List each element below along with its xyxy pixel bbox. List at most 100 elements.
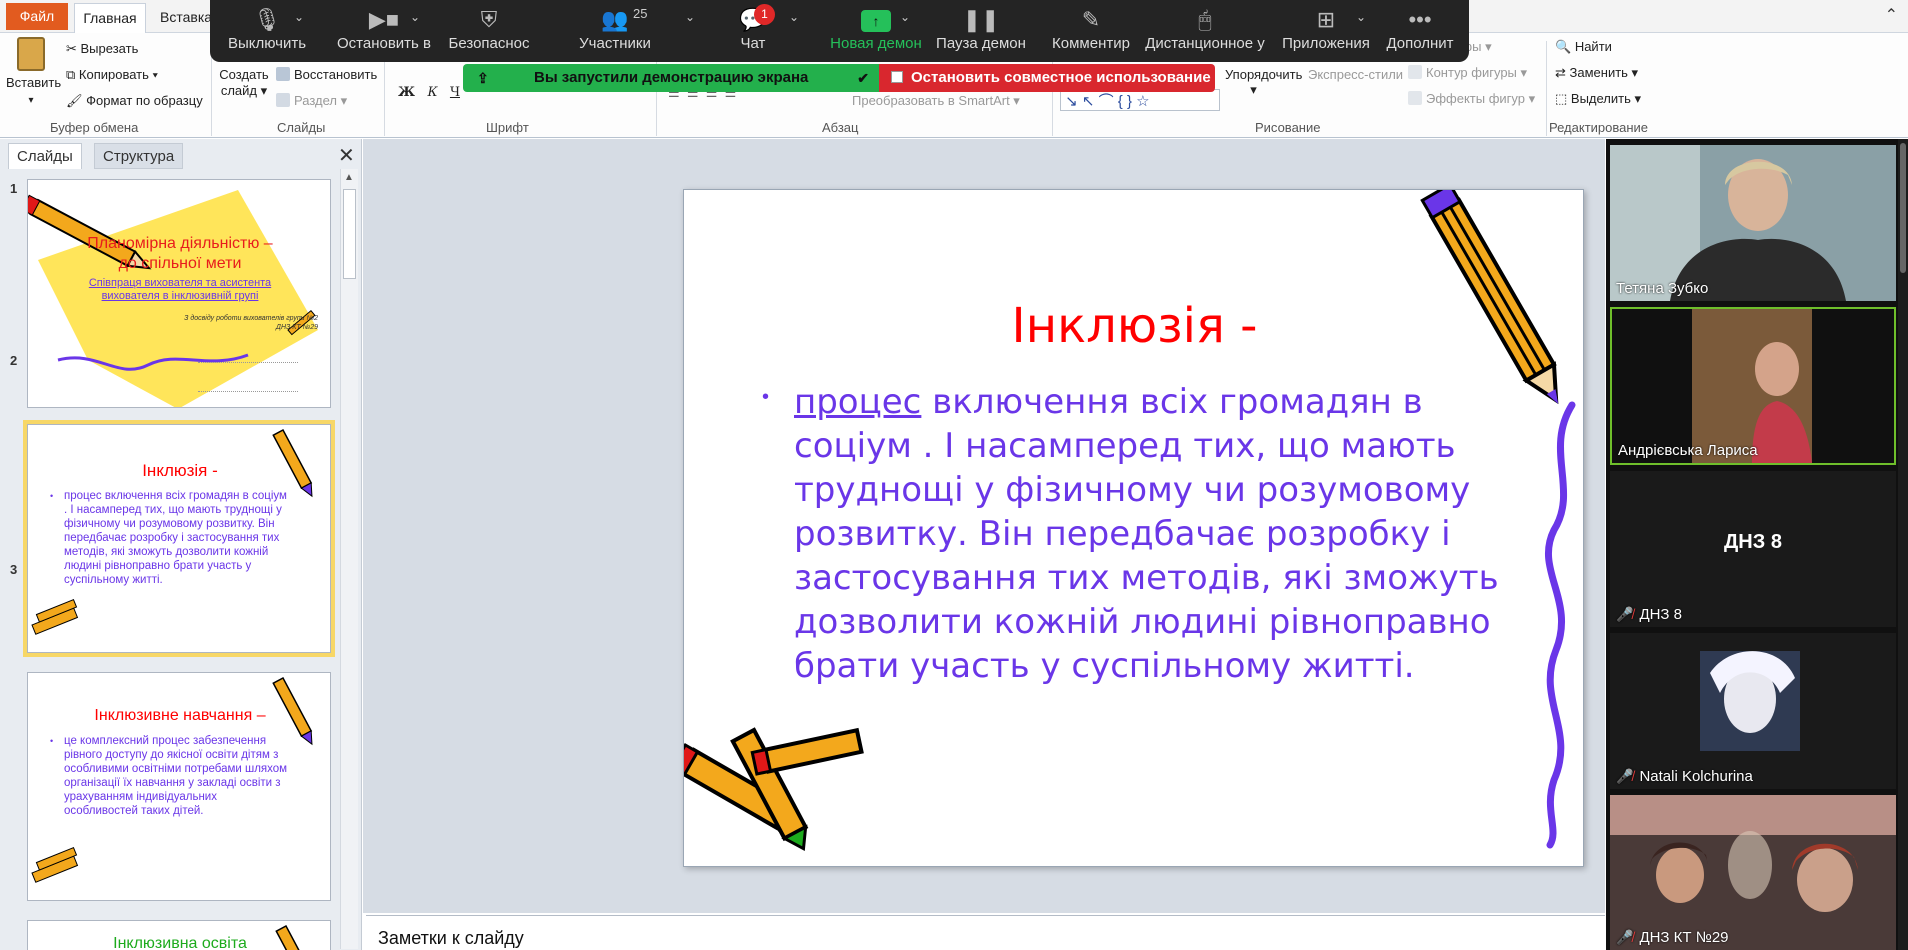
replace-button[interactable]: ⇄ Заменить ▾ [1555,65,1638,81]
slide-thumbnail-1[interactable]: Планомірна діяльністю – до спільної мети … [27,179,331,408]
font-group-label: Шрифт [486,120,529,135]
slide-1-title-line-2: до спільної мети [118,255,242,272]
format-painter-button[interactable]: 🖌 Формат по образцу [66,93,203,109]
scrollbar-thumb[interactable] [1900,143,1906,273]
chevron-down-icon[interactable]: ⌄ [294,10,304,24]
bullet-icon: • [762,386,770,408]
notes-placeholder: Заметки к слайду [378,928,524,948]
font-style-buttons[interactable]: Ж К Ч [398,85,460,100]
participant-name: 🎤̸ ДНЗ КТ №29 [1616,929,1729,946]
quick-styles-button[interactable]: Экспресс-стили [1308,67,1403,82]
chevron-down-icon[interactable]: ⌄ [900,10,910,24]
screen: Файл Главная Вставка ⌃ Вставить ▾ ✂ Вырез… [0,0,1908,950]
pause-icon: ❚❚ [962,7,1000,32]
security-button[interactable]: ⛨ Безопаснос [434,0,544,62]
section-button[interactable]: Раздел ▾ [276,93,347,109]
participant-tile[interactable]: Тетяна Зубко [1610,145,1896,301]
pause-share-button[interactable]: ❚❚ Пауза демон [928,0,1034,62]
slide-1-note-line-1: З досвіду роботи вихователів групи №2 [184,315,318,322]
gallery-scrollbar[interactable] [1898,139,1908,950]
chevron-down-icon[interactable]: ⌄ [685,10,695,24]
slide-number: 2 [10,353,18,368]
more-button[interactable]: ••• Дополнит [1378,0,1462,62]
participant-tile[interactable]: 🎤̸ Natali Kolchurina [1610,633,1896,789]
copy-button[interactable]: ⧉ Копировать ▾ [66,67,158,83]
restore-icon [276,67,290,81]
slide-thumbnail-4[interactable]: Інклюзивна освіта [27,920,331,950]
stop-video-button[interactable]: ▶■ Остановить в [324,0,444,62]
current-slide[interactable]: Інклюзія - • процес включення всіх грома… [683,189,1584,867]
find-label: Найти [1574,39,1612,54]
annotate-button[interactable]: ✎ Комментир [1036,0,1146,62]
slide-thumbnail-2[interactable]: Інклюзія - • процес включення всіх грома… [23,420,335,657]
select-icon: ⬚ [1555,91,1571,106]
new-share-button[interactable]: ↑ Новая демон [813,0,939,62]
chevron-down-icon[interactable]: ⌄ [410,10,420,24]
cut-button[interactable]: ✂ Вырезать [66,41,138,57]
find-button[interactable]: 🔍 Найти [1555,39,1612,55]
tab-home[interactable]: Главная [74,3,146,34]
participants-label: Участники [579,35,651,52]
chat-label: Чат [740,35,766,52]
tab-slides[interactable]: Слайды [8,143,82,169]
convert-smartart-button[interactable]: Преобразовать в SmartArt ▾ [852,93,1020,109]
sharing-status-text: Вы запустили демонстрацию экрана [534,69,809,86]
participant-video-icon [1610,795,1896,950]
muted-mic-icon: 🎤̸ [1616,768,1634,784]
scrollbar-thumb[interactable] [343,189,356,279]
participant-tile[interactable]: ДНЗ 8 🎤̸ ДНЗ 8 [1610,471,1896,627]
arrange-button[interactable]: Упорядочить ▾ [1225,67,1302,98]
slide-notes-field[interactable]: Заметки к слайду [366,915,1605,950]
scroll-up-icon[interactable]: ▲ [344,172,354,183]
remote-control-button[interactable]: 🖱 Дистанционное у [1140,0,1270,62]
chevron-down-icon[interactable]: ⌄ [1356,10,1366,24]
editing-group-label: Редактирование [1549,120,1649,135]
slide-body-rest: включення всіх громадян в соціум . І нас… [794,382,1499,686]
participant-name-text: Natali Kolchurina [1639,768,1753,785]
slide-title[interactable]: Інклюзія - [684,298,1583,354]
minimize-ribbon-icon[interactable]: ⌃ [1885,5,1898,25]
participant-tile[interactable]: 🎤̸ ДНЗ КТ №29 [1610,795,1896,950]
share-screen-icon: ↑ [813,0,939,36]
tab-file[interactable]: Файл [6,3,68,30]
participant-name-text: ДНЗ 8 [1639,606,1682,623]
zoom-meeting-toolbar: 🎙 Выключить ⌄ ▶■ Остановить в ⌄ ⛨ Безопа… [210,0,1469,62]
shield-check-icon: ✔ [857,70,869,86]
security-label: Безопаснос [448,35,530,52]
quick-styles-label: Экспресс-стили [1308,67,1404,82]
restore-button[interactable]: Восстановить [276,67,377,82]
shape-effects-button[interactable]: Эффекты фигур ▾ [1408,91,1535,107]
more-dots-icon: ••• [1408,7,1432,32]
tab-outline[interactable]: Структура [94,143,184,169]
select-button[interactable]: ⬚ Выделить ▾ [1555,91,1641,107]
shield-icon: ⛨ [480,7,498,32]
copy-icon: ⧉ [66,67,79,82]
shapes-gallery[interactable]: ↘ ↖ ⌒ { } ☆ [1060,89,1220,111]
slide-1-title: Планомірна діяльністю – до спільної мети [28,234,330,274]
section-label: Раздел [294,93,337,108]
slide-body-text[interactable]: процес включення всіх громадян в соціум … [794,380,1534,688]
pencil-decoration-icon [31,676,313,883]
pencil-decoration-icon [275,924,316,950]
outline-icon [1408,65,1422,79]
muted-mic-icon: 🎤̸ [1616,606,1634,622]
chat-button[interactable]: 💬 Чат [712,0,794,62]
stop-share-button[interactable]: Остановить совместное использование [879,64,1215,92]
participant-name: Тетяна Зубко [1616,280,1709,297]
chevron-down-icon[interactable]: ⌄ [789,10,799,24]
slide-thumbnail-3[interactable]: Інклюзивне навчання – • це комплексний п… [27,672,331,901]
participant-name-text: ДНЗ КТ №29 [1639,929,1729,946]
paste-button[interactable]: Вставить ▾ [6,37,61,109]
pencil-icon: ✎ [1081,7,1101,32]
effects-icon [1408,91,1422,105]
participant-tile[interactable]: Андрієвська Лариса [1610,307,1896,465]
participants-button[interactable]: 👥 Участники [552,0,678,62]
close-icon[interactable]: ✕ [338,143,355,168]
slides-scrollbar[interactable]: ▲ [340,169,358,949]
tab-insert[interactable]: Вставка [160,3,212,31]
replace-label: Заменить [1569,65,1628,80]
muted-mic-icon: 🎤̸ [1616,929,1634,945]
remote-control-label: Дистанционное у [1145,35,1265,52]
shape-outline-button[interactable]: Контур фигуры ▾ [1408,65,1527,81]
new-slide-button[interactable]: Создать слайд ▾ [214,67,274,99]
